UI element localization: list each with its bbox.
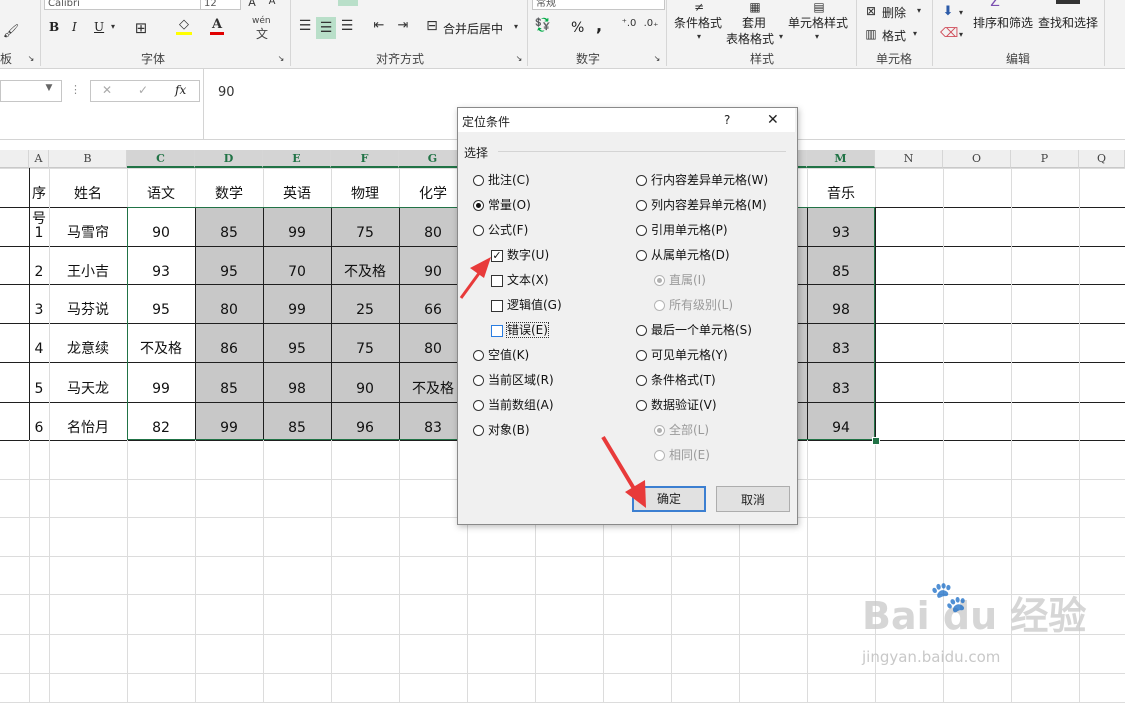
arrow-to-ok-icon	[601, 435, 646, 508]
watermark-url: jingyan.baidu.com	[862, 648, 1001, 666]
arrow-to-number-icon	[459, 257, 491, 299]
paw-icon: 🐾	[930, 580, 968, 615]
watermark-logo: Bai du 经验	[862, 594, 1087, 638]
